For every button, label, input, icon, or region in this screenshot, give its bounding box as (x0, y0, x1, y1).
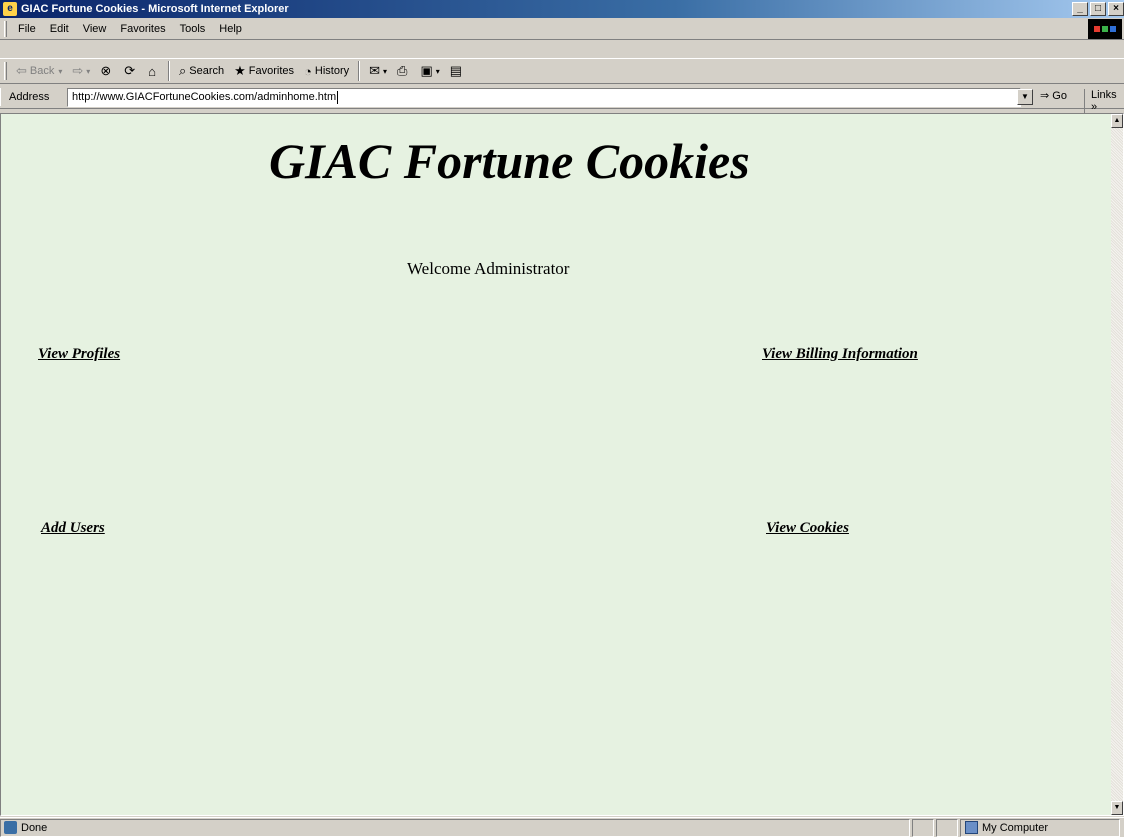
title-bar[interactable]: e GIAC Fortune Cookies - Microsoft Inter… (0, 0, 1124, 18)
search-button[interactable]: ⌕ Search (174, 60, 229, 82)
favorites-label: Favorites (248, 65, 295, 77)
page-title: GIAC Fortune Cookies (269, 133, 750, 189)
maximize-button[interactable]: □ (1090, 2, 1106, 16)
status-text: Done (21, 821, 48, 834)
stop-button[interactable]: ⊗ (95, 60, 119, 82)
minimize-button[interactable]: _ (1072, 2, 1088, 16)
mail-button[interactable]: ✉ ▾ (364, 60, 392, 82)
menu-file[interactable]: File (11, 23, 43, 35)
address-label: Address (0, 87, 55, 106)
go-label: Go (1052, 90, 1067, 102)
add-users-link[interactable]: Add Users (41, 520, 105, 537)
edit-dropdown-icon: ▾ (435, 66, 440, 76)
scroll-down-button[interactable]: ▼ (1111, 801, 1123, 815)
ie-icon: e (3, 2, 17, 16)
status-bar: Done My Computer (0, 817, 1124, 837)
toolbar-separator (167, 61, 170, 81)
refresh-icon: ⟳ (124, 63, 136, 78)
go-arrow-icon: ⇒ (1040, 90, 1050, 102)
view-profiles-link[interactable]: View Profiles (38, 346, 120, 363)
status-pane-empty (912, 818, 934, 837)
mail-icon: ✉ (369, 63, 381, 78)
window-controls: _ □ × (1070, 2, 1124, 16)
links-label: Links (1091, 89, 1117, 101)
stop-icon: ⊗ (100, 63, 112, 78)
back-arrow-icon: ⇦ (16, 63, 27, 78)
discuss-icon: ▤ (449, 63, 463, 78)
scroll-up-button[interactable]: ▲ (1111, 114, 1123, 128)
zone-text: My Computer (982, 821, 1049, 834)
favorites-button[interactable]: ★ Favorites (229, 60, 299, 82)
discuss-button[interactable]: ▤ (445, 60, 470, 82)
text-cursor (337, 91, 339, 104)
back-label: Back (29, 65, 55, 77)
menu-edit[interactable]: Edit (43, 23, 76, 35)
search-label: Search (189, 65, 225, 77)
favorites-icon: ★ (234, 63, 246, 78)
menu-favorites[interactable]: Favorites (113, 23, 172, 35)
my-computer-icon (965, 821, 978, 834)
edit-word-button[interactable]: ▣ ▾ (415, 60, 444, 82)
vertical-scrollbar[interactable]: ▲ ▼ (1111, 114, 1123, 815)
address-dropdown-button[interactable]: ▼ (1017, 89, 1033, 105)
menu-bar: File Edit View Favorites Tools Help (0, 18, 1124, 40)
address-text: http://www.GIACFortuneCookies.com/adminh… (72, 91, 337, 103)
address-input[interactable]: http://www.GIACFortuneCookies.com/adminh… (67, 88, 1021, 107)
home-button[interactable]: ⌂ (143, 60, 164, 82)
back-dropdown-icon: ▾ (58, 66, 63, 76)
address-bar: Address http://www.GIACFortuneCookies.co… (0, 85, 1124, 113)
history-label: History (314, 65, 350, 77)
page-done-icon (4, 821, 17, 834)
go-button[interactable]: ⇒ Go (1040, 89, 1067, 102)
menu-view[interactable]: View (76, 23, 114, 35)
close-button[interactable]: × (1108, 2, 1124, 16)
windows-logo-icon (1088, 19, 1122, 39)
forward-dropdown-icon: ▾ (86, 66, 91, 76)
home-icon: ⌂ (148, 63, 156, 79)
back-button[interactable]: ⇦ Back ▾ (11, 60, 67, 82)
history-button[interactable]: ◔ History (299, 60, 354, 82)
security-zone-pane: My Computer (960, 818, 1120, 837)
window-title: GIAC Fortune Cookies - Microsoft Interne… (21, 3, 289, 15)
menu-grip[interactable] (4, 20, 7, 37)
standard-toolbar: ⇦ Back ▾ ⇨ ▾ ⊗ ⟳ ⌂ ⌕ Search ★ Favorites … (0, 58, 1124, 84)
chevron-right-icon: » (1091, 101, 1098, 113)
menu-tools[interactable]: Tools (173, 23, 213, 35)
mail-dropdown-icon: ▾ (383, 66, 388, 76)
menu-help[interactable]: Help (212, 23, 249, 35)
status-text-pane: Done (0, 818, 910, 837)
search-icon: ⌕ (178, 63, 187, 78)
status-pane-empty (936, 818, 958, 837)
refresh-button[interactable]: ⟳ (119, 60, 143, 82)
toolbar-grip[interactable] (4, 62, 7, 80)
word-icon: ▣ (420, 63, 433, 78)
print-button[interactable]: ⎙ (392, 60, 415, 82)
history-icon: ◔ (304, 63, 312, 79)
view-billing-link[interactable]: View Billing Information (762, 346, 918, 363)
view-cookies-link[interactable]: View Cookies (766, 520, 849, 537)
forward-arrow-icon: ⇨ (72, 63, 84, 78)
toolbar-separator (358, 61, 361, 81)
page-viewport: GIAC Fortune Cookies Welcome Administrat… (0, 113, 1124, 816)
welcome-message: Welcome Administrator (407, 259, 570, 278)
print-icon: ⎙ (397, 63, 408, 78)
forward-button[interactable]: ⇨ ▾ (67, 60, 95, 82)
links-button[interactable]: Links » (1084, 89, 1124, 113)
